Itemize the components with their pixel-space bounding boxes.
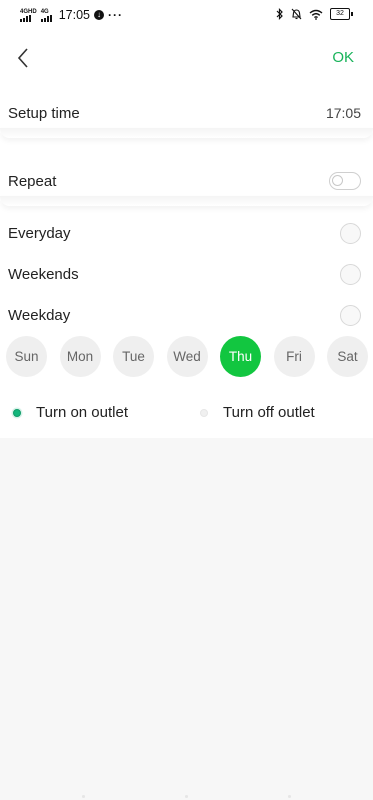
repeat-option-everyday[interactable]: Everyday <box>0 221 373 245</box>
turn-off-label: Turn off outlet <box>223 404 315 421</box>
outlet-action-group: Turn on outlet Turn off outlet <box>0 404 373 424</box>
option-label: Weekends <box>8 265 79 283</box>
setup-time-value[interactable]: 17:05 <box>326 105 361 121</box>
status-right: 32 <box>276 8 353 20</box>
setup-time-label: Setup time <box>8 104 80 122</box>
section-divider <box>0 128 373 138</box>
status-left: 4GHD 4G 17:05 ↓ ··· <box>20 8 123 22</box>
section-divider <box>0 196 373 206</box>
more-notifications-icon: ··· <box>107 8 123 22</box>
turn-on-label: Turn on outlet <box>36 404 128 421</box>
network-indicator-2: 4G <box>40 9 52 22</box>
day-sun-button[interactable]: Sun <box>6 336 47 377</box>
battery-level: 32 <box>330 8 350 20</box>
signal-bars-icon <box>40 14 52 22</box>
weekends-radio[interactable] <box>340 263 361 285</box>
bell-off-icon <box>291 8 302 20</box>
repeat-row: Repeat <box>0 169 373 193</box>
status-bar: 4GHD 4G 17:05 ↓ ··· 32 <box>0 0 373 30</box>
day-wed-button[interactable]: Wed <box>166 336 208 377</box>
network-indicator-1: 4GHD <box>20 9 37 22</box>
repeat-option-weekday[interactable]: Weekday <box>0 303 373 327</box>
option-label: Everyday <box>8 224 71 242</box>
download-icon: ↓ <box>93 10 104 20</box>
turn-on-outlet-option[interactable]: Turn on outlet <box>13 404 128 421</box>
repeat-toggle[interactable] <box>329 172 361 190</box>
status-time: 17:05 <box>58 8 90 22</box>
weekday-radio[interactable] <box>340 304 361 326</box>
repeat-label: Repeat <box>8 172 57 190</box>
day-sat-button[interactable]: Sat <box>327 336 368 377</box>
day-thu-button[interactable]: Thu <box>220 336 261 377</box>
bluetooth-icon <box>276 8 283 20</box>
turn-on-radio[interactable] <box>13 408 21 417</box>
day-tue-button[interactable]: Tue <box>113 336 154 377</box>
setup-time-row[interactable]: Setup time 17:05 <box>0 101 373 125</box>
navigation-hint <box>0 794 373 800</box>
battery-icon: 32 <box>330 8 353 20</box>
turn-off-outlet-option[interactable]: Turn off outlet <box>200 404 315 421</box>
turn-off-radio[interactable] <box>200 408 208 417</box>
wifi-icon <box>309 9 323 20</box>
day-fri-button[interactable]: Fri <box>273 336 315 377</box>
repeat-option-weekends[interactable]: Weekends <box>0 262 373 286</box>
day-selector: Sun Mon Tue Wed Thu Fri Sat <box>6 336 368 377</box>
ok-button[interactable]: OK <box>332 49 354 66</box>
everyday-radio[interactable] <box>340 222 361 244</box>
signal-bars-icon <box>20 14 31 22</box>
chevron-left-icon[interactable] <box>14 46 34 70</box>
option-label: Weekday <box>8 306 71 324</box>
day-mon-button[interactable]: Mon <box>59 336 101 377</box>
